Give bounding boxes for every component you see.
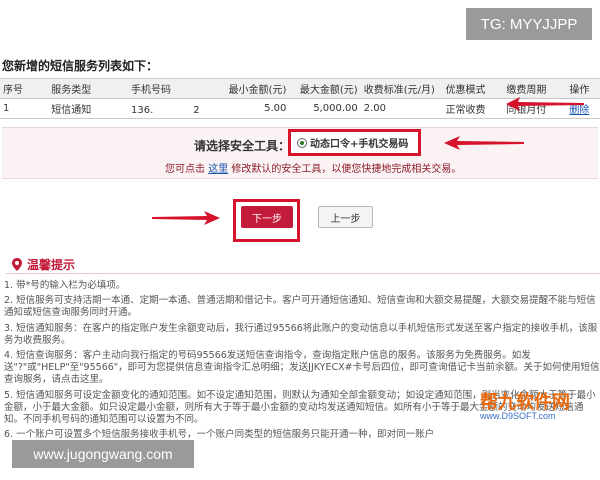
tips-title: 温馨提示	[27, 258, 76, 272]
cell-index: 1	[0, 98, 49, 119]
security-note-suffix: 修改默认的安全工具，以便您快捷地完成相关交易。	[231, 164, 462, 175]
col-header-phone: 手机号码	[128, 78, 223, 99]
next-step-button[interactable]: 下一步	[241, 206, 293, 228]
tips-header: 温馨提示	[12, 256, 75, 273]
arrow-to-next-icon	[152, 211, 220, 225]
tips-divider	[6, 273, 600, 274]
cell-service-type: 短信通知	[48, 98, 128, 119]
cell-fee: 2.00	[360, 98, 443, 119]
col-header-discount: 优惠模式	[442, 78, 504, 99]
security-tool-note: 您可点击 这里 修改默认的安全工具，以便您快捷地完成相关交易。	[165, 160, 461, 175]
tip-item: 3. 短信通知服务：在客户的指定账户发生余额变动后，我行通过95566将此账户的…	[4, 322, 598, 346]
arrow-to-delete-icon	[506, 97, 584, 111]
watermark-logo: 帮九软件网 www.D9SOFT.com	[480, 388, 598, 422]
tip-item: 1. 带*号的输入栏为必填项。	[4, 280, 126, 291]
cell-phone: 136. 2	[128, 98, 223, 119]
cell-max-amount: 5,000.00	[289, 98, 361, 119]
cell-discount: 正常收费	[442, 98, 504, 119]
col-header-fee: 收费标准(元/月)	[360, 78, 443, 99]
security-note-link[interactable]: 这里	[208, 164, 228, 175]
watermark-logo-sub: www.D9SOFT.com	[480, 411, 556, 421]
security-note-prefix: 您可点击	[165, 164, 205, 175]
security-tool-option[interactable]: 动态口令+手机交易码	[288, 129, 421, 156]
tip-item: 4. 短信查询服务：客户主动向我行指定的号码95566发送短信查询指令，查询指定…	[4, 350, 600, 386]
arrow-to-security-icon	[444, 136, 524, 150]
location-pin-icon	[12, 258, 22, 271]
watermark-url: www.jugongwang.com	[12, 440, 194, 468]
prev-step-button[interactable]: 上一步	[318, 206, 373, 228]
col-header-service-type: 服务类型	[48, 78, 128, 99]
col-header-min-amount: 最小金额(元)	[222, 78, 290, 99]
radio-selected-icon[interactable]	[297, 137, 307, 148]
col-header-index: 序号	[0, 78, 49, 99]
cell-min-amount: 5.00	[222, 98, 290, 119]
security-tool-label: 请选择安全工具：	[194, 139, 291, 153]
watermark-tg: TG: MYYJJPP	[466, 8, 592, 40]
tip-item: 2. 短信服务可支持活期一本通、定期一本通、普通活期和借记卡。客户可开通短信通知…	[4, 295, 596, 319]
security-tool-option-label: 动态口令+手机交易码	[310, 139, 409, 150]
col-header-max-amount: 最大金额(元)	[289, 78, 361, 99]
section-title: 您新增的短信服务列表如下：	[2, 59, 159, 73]
